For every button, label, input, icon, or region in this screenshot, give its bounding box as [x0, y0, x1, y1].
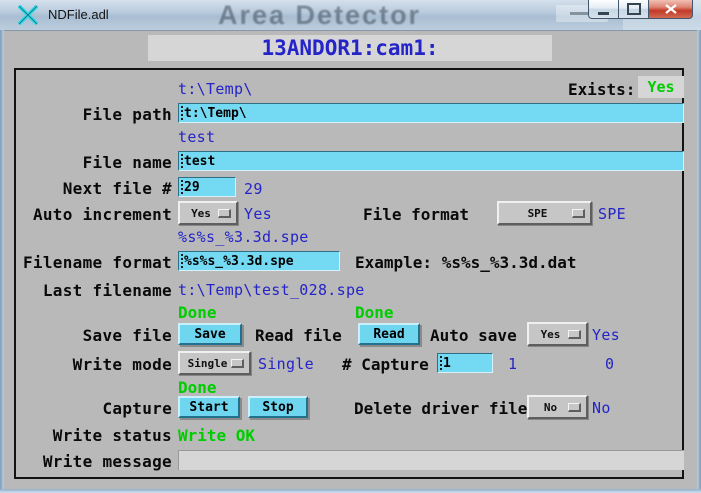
auto-increment-label: Auto increment — [16, 205, 172, 224]
exists-value: Yes — [638, 76, 684, 98]
read-status: Done — [355, 303, 394, 322]
num-captured-count: 0 — [605, 355, 614, 373]
window-controls — [589, 0, 693, 19]
option-menu-indicator-icon — [568, 330, 581, 339]
filename-format-label: Filename format — [16, 253, 172, 272]
file-format-label: File format — [363, 205, 469, 224]
file-path-readback: t:\Temp\ — [178, 80, 253, 98]
app-x-icon — [16, 4, 40, 26]
file-name-label: File name — [16, 153, 172, 172]
write-mode-readback: Single — [258, 355, 314, 373]
file-path-label: File path — [16, 105, 172, 124]
num-capture-input-value: 1 — [443, 356, 451, 371]
write-mode-menu[interactable]: Single — [178, 351, 251, 375]
capture-status: Done — [178, 378, 217, 397]
delete-driver-file-label: Delete driver file — [354, 399, 527, 418]
window-frame-bottom — [0, 489, 701, 493]
filename-format-input-value: %s%s_%3.3d.spe — [184, 254, 294, 269]
option-menu-indicator-icon — [572, 209, 585, 218]
window-frame-left — [0, 30, 4, 489]
next-file-input-value: 29 — [184, 180, 200, 195]
file-name-input[interactable]: test — [178, 151, 684, 171]
num-capture-input[interactable]: 1 — [437, 353, 493, 373]
delete-driver-file-readback: No — [592, 399, 611, 417]
last-filename-value: t:\Temp\test_028.spe — [178, 281, 365, 299]
next-file-input[interactable]: 29 — [178, 177, 236, 197]
write-message-field[interactable] — [178, 450, 684, 470]
background-window-title: Area Detector — [218, 0, 421, 31]
text-caret — [181, 106, 183, 120]
capture-label: Capture — [16, 399, 172, 418]
delete-driver-file-menu[interactable]: No — [527, 395, 588, 419]
num-capture-label: # Capture — [342, 355, 429, 374]
text-caret — [181, 180, 183, 194]
filename-format-example: Example: %s%s_%3.3d.dat — [355, 253, 577, 272]
close-button[interactable] — [648, 0, 693, 19]
auto-save-menu[interactable]: Yes — [527, 322, 588, 346]
text-caret — [440, 356, 442, 370]
window-title: NDFile.adl — [48, 7, 109, 22]
minimize-button[interactable] — [588, 0, 619, 19]
file-path-input[interactable]: t:\Temp\ — [178, 103, 684, 123]
read-button[interactable]: Read — [358, 323, 420, 345]
file-format-selected: SPE — [528, 207, 562, 220]
file-format-readback: SPE — [598, 205, 626, 223]
window-frame-right — [697, 30, 701, 489]
save-button[interactable]: Save — [178, 323, 242, 345]
write-mode-label: Write mode — [16, 355, 172, 374]
save-status: Done — [178, 303, 217, 322]
filename-format-readback: %s%s_%3.3d.spe — [178, 228, 309, 246]
capture-start-button[interactable]: Start — [178, 396, 240, 418]
filename-format-input[interactable]: %s%s_%3.3d.spe — [178, 251, 340, 271]
maximize-button[interactable] — [618, 0, 649, 19]
exists-label: Exists: — [568, 80, 635, 99]
text-caret — [181, 154, 183, 168]
ndfile-panel: t:\Temp\ Exists: Yes File path t:\Temp\ … — [14, 68, 684, 479]
close-icon — [665, 4, 677, 14]
minimize-icon — [598, 12, 609, 15]
auto-save-readback: Yes — [592, 326, 620, 344]
auto-increment-readback: Yes — [244, 205, 272, 223]
save-file-label: Save file — [16, 326, 172, 345]
maximize-icon — [627, 3, 641, 15]
num-capture-readback: 1 — [508, 355, 517, 373]
option-menu-indicator-icon — [568, 403, 581, 412]
ndfile-window: Area Detector NDFile.adl 13ANDOR1:cam1: … — [0, 0, 701, 493]
capture-stop-button[interactable]: Stop — [248, 396, 308, 418]
titlebar[interactable]: Area Detector NDFile.adl — [0, 0, 701, 31]
last-filename-label: Last filename — [16, 281, 172, 300]
option-menu-indicator-icon — [231, 359, 244, 368]
file-path-input-value: t:\Temp\ — [184, 106, 247, 121]
file-format-menu[interactable]: SPE — [497, 201, 592, 225]
write-status-value: Write OK — [178, 426, 255, 445]
write-status-label: Write status — [16, 426, 172, 445]
pv-prefix-header: 13ANDOR1:cam1: — [148, 35, 552, 61]
write-message-label: Write message — [16, 452, 172, 471]
text-caret — [181, 254, 183, 268]
next-file-label: Next file # — [16, 179, 172, 198]
file-name-readback: test — [178, 128, 215, 146]
option-menu-indicator-icon — [218, 209, 231, 218]
auto-increment-menu[interactable]: Yes — [178, 201, 238, 225]
auto-save-label: Auto save — [430, 326, 517, 345]
next-file-readback: 29 — [244, 180, 263, 198]
read-file-label: Read file — [255, 326, 342, 345]
file-name-input-value: test — [184, 154, 215, 169]
